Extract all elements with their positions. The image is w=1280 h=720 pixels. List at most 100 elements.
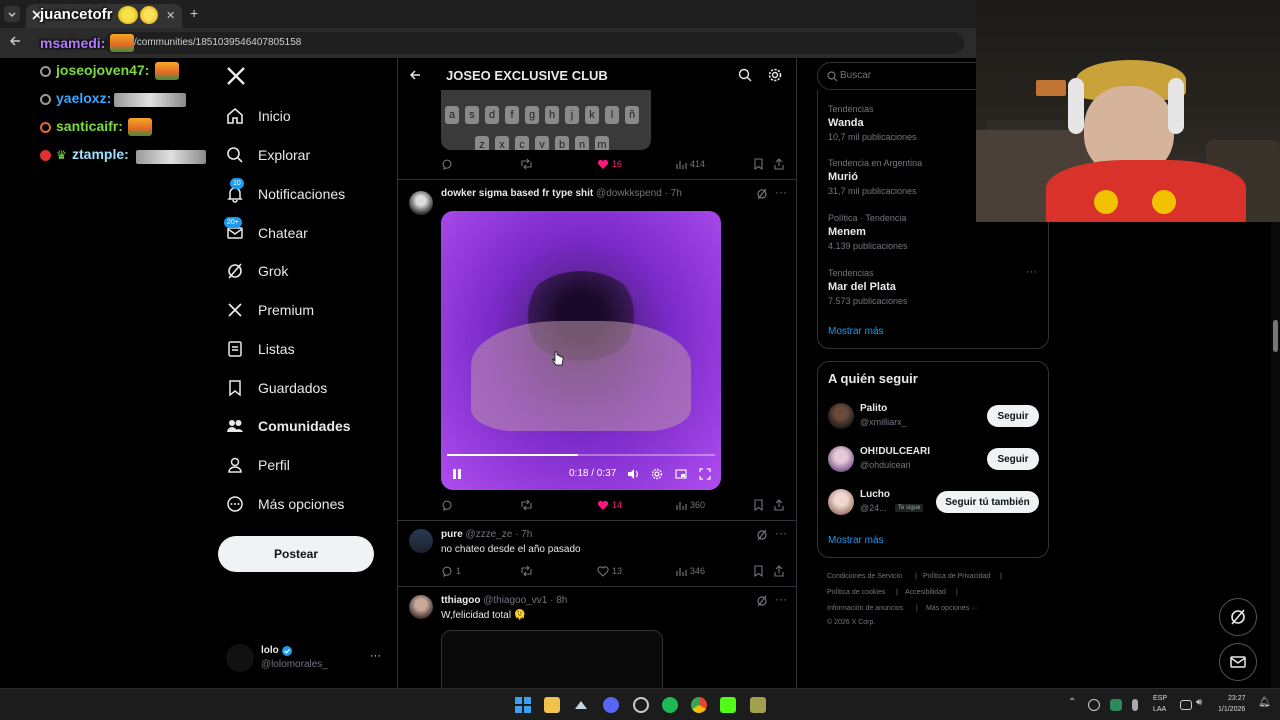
post-more-icon[interactable]: ··· bbox=[775, 592, 787, 606]
nav-item-comunidades[interactable]: Comunidades bbox=[218, 408, 351, 444]
bookmark-button[interactable] bbox=[753, 565, 764, 577]
follow-show-more-link[interactable]: Mostrar más bbox=[828, 535, 884, 546]
reply-button[interactable] bbox=[441, 499, 453, 511]
tray-app-icon[interactable] bbox=[1110, 699, 1122, 711]
notification-bell-icon[interactable]: 🔔︎ bbox=[1258, 697, 1271, 708]
avatar[interactable] bbox=[409, 529, 433, 553]
post-author[interactable]: tthiagoo bbox=[441, 595, 480, 606]
nav-item-inicio[interactable]: Inicio bbox=[218, 98, 291, 134]
tray-mic-icon[interactable] bbox=[1132, 699, 1138, 711]
kick-icon[interactable] bbox=[720, 697, 736, 713]
bookmark-button[interactable] bbox=[753, 158, 764, 170]
avatar[interactable] bbox=[226, 644, 254, 672]
video-progress-track[interactable] bbox=[447, 454, 715, 456]
tray-sync-icon[interactable] bbox=[1088, 699, 1100, 711]
reply-button[interactable] bbox=[441, 158, 453, 170]
views-button[interactable]: 360 bbox=[675, 499, 705, 511]
post-handle[interactable]: @dowkkspend bbox=[596, 188, 662, 199]
post-video[interactable]: 0:18 / 0:37 bbox=[441, 211, 721, 490]
reply-button[interactable]: 1 bbox=[441, 565, 461, 577]
gear-icon[interactable] bbox=[767, 67, 783, 83]
volume-icon[interactable] bbox=[627, 468, 639, 480]
follow-name[interactable]: Palito bbox=[860, 403, 887, 414]
repost-button[interactable] bbox=[520, 158, 533, 170]
messages-fab-button[interactable] bbox=[1219, 643, 1257, 681]
follow-name[interactable]: OH!DULCEARI bbox=[860, 446, 930, 457]
views-button[interactable]: 346 bbox=[675, 565, 705, 577]
post-more-icon[interactable]: ··· bbox=[775, 526, 787, 540]
clock-date[interactable]: 1/1/2026 bbox=[1218, 706, 1245, 713]
app-icon[interactable] bbox=[750, 697, 766, 713]
back-arrow-icon[interactable] bbox=[408, 68, 422, 82]
tab-list-button[interactable] bbox=[4, 6, 20, 22]
nav-item-grok[interactable]: Grok bbox=[218, 253, 288, 289]
pause-icon[interactable] bbox=[451, 468, 463, 480]
tab-close-icon[interactable]: ✕ bbox=[166, 9, 175, 22]
windows-start-icon[interactable] bbox=[515, 697, 531, 713]
account-more-icon[interactable]: ··· bbox=[370, 650, 381, 662]
follow-name[interactable]: Lucho bbox=[860, 489, 890, 500]
input-layout[interactable]: LAA bbox=[1153, 706, 1166, 713]
chrome-icon[interactable] bbox=[691, 697, 707, 713]
pip-icon[interactable] bbox=[675, 468, 687, 480]
repost-button[interactable] bbox=[520, 499, 533, 511]
follow-button[interactable]: Seguir bbox=[987, 448, 1039, 470]
grok-fab-button[interactable] bbox=[1219, 598, 1257, 636]
settings-gear-icon[interactable] bbox=[651, 468, 663, 480]
url-field[interactable]: /communities/1851039546407805158 bbox=[104, 32, 964, 54]
like-button[interactable]: 16 bbox=[597, 158, 622, 170]
scrollbar-thumb[interactable] bbox=[1273, 320, 1278, 352]
avatar[interactable] bbox=[409, 595, 433, 619]
grok-icon[interactable] bbox=[756, 529, 768, 541]
footer-link[interactable]: Información de anuncios bbox=[827, 605, 903, 612]
post-author[interactable]: dowker sigma based fr type shit bbox=[441, 188, 593, 199]
footer-link[interactable]: Accesibilidad bbox=[905, 589, 946, 596]
post-image-keyboard[interactable]: a s d f g h j k l ñ z x c v b n m bbox=[441, 90, 651, 150]
obs-icon[interactable] bbox=[633, 697, 649, 713]
share-button[interactable] bbox=[773, 499, 785, 511]
nav-item-listas[interactable]: Listas bbox=[218, 331, 295, 367]
post-handle[interactable]: @thiagoo_vv1 bbox=[483, 595, 547, 606]
post-media[interactable] bbox=[441, 630, 663, 688]
footer-link[interactable]: Política de Privacidad bbox=[923, 573, 990, 580]
input-language[interactable]: ESP bbox=[1153, 695, 1167, 702]
repost-button[interactable] bbox=[520, 565, 533, 577]
follow-button[interactable]: Seguir bbox=[987, 405, 1039, 427]
footer-link[interactable]: Más opciones ··· bbox=[926, 605, 978, 612]
new-tab-icon[interactable]: + bbox=[190, 5, 198, 21]
clock-time[interactable]: 23:27 bbox=[1228, 695, 1246, 702]
avatar[interactable] bbox=[409, 191, 433, 215]
post-handle[interactable]: @zzze_ze bbox=[465, 529, 512, 540]
nav-item-premium[interactable]: Premium bbox=[218, 292, 314, 328]
avatar[interactable] bbox=[828, 489, 854, 515]
post-more-icon[interactable]: ··· bbox=[775, 185, 787, 199]
trend-more-icon[interactable]: ··· bbox=[1026, 266, 1037, 278]
like-button[interactable]: 13 bbox=[597, 565, 622, 577]
avatar[interactable] bbox=[828, 403, 854, 429]
nav-item-guardados[interactable]: Guardados bbox=[218, 370, 327, 406]
tray-chevron-icon[interactable]: ⌃ bbox=[1068, 697, 1076, 708]
like-button[interactable]: 14 bbox=[597, 499, 622, 511]
share-button[interactable] bbox=[773, 158, 785, 170]
post-button[interactable]: Postear bbox=[218, 536, 374, 572]
nav-item-notificaciones[interactable]: 10 Notificaciones bbox=[218, 176, 345, 212]
follow-back-button[interactable]: Seguir tú también bbox=[936, 491, 1039, 513]
views-button[interactable]: 414 bbox=[675, 158, 705, 170]
search-icon[interactable] bbox=[738, 68, 752, 82]
footer-link[interactable]: Condiciones de Servicio bbox=[827, 573, 902, 580]
back-arrow-icon[interactable] bbox=[8, 34, 22, 48]
trends-show-more-link[interactable]: Mostrar más bbox=[828, 326, 884, 337]
share-button[interactable] bbox=[773, 565, 785, 577]
nav-item-explorar[interactable]: Explorar bbox=[218, 137, 310, 173]
avatar[interactable] bbox=[828, 446, 854, 472]
nav-item-chatear[interactable]: 20+ Chatear bbox=[218, 215, 308, 251]
grok-icon[interactable] bbox=[756, 188, 768, 200]
steam-icon[interactable] bbox=[573, 697, 589, 713]
bookmark-button[interactable] bbox=[753, 499, 764, 511]
nav-item-mas-opciones[interactable]: Más opciones bbox=[218, 486, 344, 522]
x-logo-icon[interactable] bbox=[226, 66, 246, 86]
spotify-icon[interactable] bbox=[662, 697, 678, 713]
post-author[interactable]: pure bbox=[441, 529, 463, 540]
display-icon[interactable] bbox=[1180, 700, 1192, 710]
discord-icon[interactable] bbox=[603, 697, 619, 713]
